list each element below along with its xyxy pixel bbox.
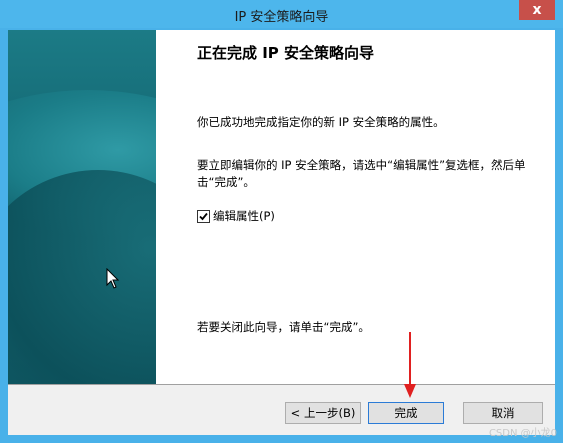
- mouse-cursor-icon: [106, 268, 120, 289]
- window-title: IP 安全策略向导: [234, 10, 329, 25]
- wizard-heading: 正在完成 IP 安全策略向导: [197, 44, 375, 62]
- checkmark-icon: [199, 212, 208, 220]
- title-bar[interactable]: IP 安全策略向导 x: [0, 0, 563, 28]
- checkbox-label: 编辑属性(P): [213, 209, 275, 223]
- cancel-button[interactable]: 取消: [463, 402, 543, 424]
- wizard-client-area: 正在完成 IP 安全策略向导 你已成功地完成指定你的新 IP 安全策略的属性。 …: [8, 30, 555, 435]
- button-separator: [8, 384, 555, 385]
- wizard-banner-image: [8, 30, 156, 384]
- checkbox-box[interactable]: [197, 209, 210, 223]
- close-instruction: 若要关闭此向导，请单击“完成”。: [197, 320, 370, 334]
- edit-properties-checkbox[interactable]: 编辑属性(P): [197, 208, 275, 224]
- close-button[interactable]: x: [519, 0, 555, 20]
- wizard-window: IP 安全策略向导 x 正在完成 IP 安全策略向导 你已成功地完成指定你的新 …: [0, 0, 563, 443]
- edit-instruction: 要立即编辑你的 IP 安全策略，请选中“编辑属性”复选框，然后单击“完成”。: [197, 158, 526, 189]
- watermark: CSDN @小龙0: [488, 428, 557, 439]
- red-arrow-annotation-icon: [404, 332, 416, 398]
- wizard-content-panel: 正在完成 IP 安全策略向导 你已成功地完成指定你的新 IP 安全策略的属性。 …: [156, 30, 555, 384]
- finish-button[interactable]: 完成: [368, 402, 444, 424]
- back-button[interactable]: < 上一步(B): [285, 402, 361, 424]
- completion-message: 你已成功地完成指定你的新 IP 安全策略的属性。: [197, 115, 445, 129]
